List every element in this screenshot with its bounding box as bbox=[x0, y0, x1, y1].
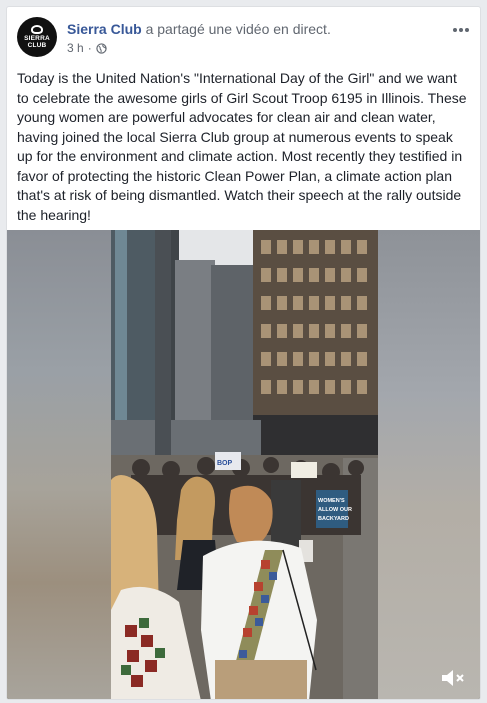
video-blur-left bbox=[7, 230, 111, 699]
avatar-logo-line1: SIERRA bbox=[24, 35, 50, 42]
sierra-club-logo-icon bbox=[31, 25, 43, 34]
post-header: SIERRA CLUB Sierra Club a partagé une vi… bbox=[17, 17, 472, 61]
post-card: SIERRA CLUB Sierra Club a partagé une vi… bbox=[6, 6, 481, 700]
avatar-logo-text: SIERRA CLUB bbox=[24, 35, 50, 49]
more-options-icon[interactable] bbox=[450, 23, 472, 37]
avatar[interactable]: SIERRA CLUB bbox=[17, 17, 57, 57]
page-name-link[interactable]: Sierra Club bbox=[67, 21, 142, 37]
protest-sign-text-1: BOP bbox=[217, 460, 233, 467]
video-player[interactable]: BOP WOMEN'S ALLOW OUR BACKYARD bbox=[7, 230, 480, 699]
video-scene: BOP WOMEN'S ALLOW OUR BACKYARD bbox=[111, 230, 378, 699]
video-frame: BOP WOMEN'S ALLOW OUR BACKYARD bbox=[111, 230, 378, 699]
post-action-text: a partagé une vidéo en direct. bbox=[145, 21, 331, 37]
post-text: Today is the United Nation's "Internatio… bbox=[17, 70, 467, 223]
post-title-line: Sierra Club a partagé une vidéo en direc… bbox=[67, 20, 331, 38]
protest-sign-text-3: ALLOW OUR bbox=[318, 507, 352, 513]
globe-icon[interactable] bbox=[96, 42, 107, 54]
avatar-logo-line2: CLUB bbox=[27, 42, 47, 49]
post-timestamp[interactable]: 3 h bbox=[67, 41, 84, 55]
volume-muted-icon[interactable] bbox=[440, 667, 466, 689]
video-blur-right bbox=[378, 230, 480, 699]
post-heading: Sierra Club a partagé une vidéo en direc… bbox=[67, 20, 331, 55]
post-meta: 3 h · bbox=[67, 41, 331, 55]
protest-sign-text-2: WOMEN'S bbox=[318, 498, 345, 504]
meta-separator: · bbox=[87, 41, 92, 55]
protest-sign-text-4: BACKYARD bbox=[318, 516, 349, 522]
